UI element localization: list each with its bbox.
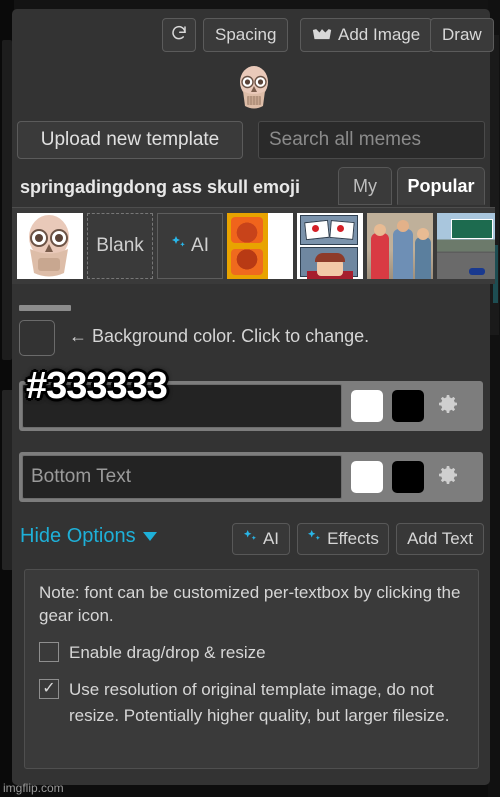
background-color-label: ← Background color. Click to change.	[69, 326, 370, 346]
thumbnail-skull-emoji[interactable]	[17, 213, 83, 279]
bottom-text-color-white[interactable]	[351, 461, 383, 493]
thumbnail-left-exit-12[interactable]	[437, 213, 495, 279]
draw-button[interactable]: Draw	[430, 18, 494, 52]
hide-options-toggle[interactable]: Hide Options	[20, 525, 157, 548]
skull-emoji-preview-image	[235, 63, 273, 111]
template-thumbnail-strip[interactable]: Blank AI	[12, 207, 495, 284]
option-enable-drag-drop[interactable]: Enable drag/drop & resize	[39, 640, 464, 666]
thumbnail-ai-label: AI	[191, 235, 209, 256]
textbox-row-bottom	[19, 452, 483, 502]
sparkles-icon	[307, 529, 322, 549]
refresh-icon	[170, 24, 188, 47]
imgflip-watermark: imgflip.com	[3, 781, 64, 795]
font-note-text: Note: font can be customized per-textbox…	[39, 583, 461, 625]
textbox-row-top	[19, 381, 483, 431]
editor-toolbar: Spacing Add Image Draw	[12, 9, 494, 57]
use-original-resolution-checkbox[interactable]: ✓	[39, 679, 59, 700]
draw-label: Draw	[442, 25, 482, 44]
thumbnail-ai[interactable]: AI	[157, 213, 223, 279]
thumbnail-distracted-boyfriend[interactable]	[367, 213, 433, 279]
background-color-swatch[interactable]	[19, 320, 55, 356]
add-image-button[interactable]: Add Image	[300, 18, 433, 52]
thumbnail-rorschach-template[interactable]	[297, 213, 363, 279]
checkbox-mark: ✓	[42, 680, 56, 698]
sparkles-icon	[171, 235, 187, 257]
gear-icon	[436, 392, 460, 421]
page-title: springadingdong ass skull emoji	[20, 177, 301, 197]
effects-label: Effects	[327, 529, 379, 548]
upload-new-template-button[interactable]: Upload new template	[17, 121, 243, 159]
template-preview[interactable]	[12, 57, 490, 117]
top-text-color-white[interactable]	[351, 390, 383, 422]
options-note-panel: Note: font can be customized per-textbox…	[24, 569, 479, 769]
tab-popular-label: Popular	[407, 175, 475, 196]
bottom-text-input[interactable]	[22, 455, 342, 499]
hide-options-label: Hide Options	[20, 525, 136, 547]
use-original-resolution-label: Use resolution of original template imag…	[69, 680, 450, 725]
app-root: Spacing Add Image Draw Upload new templa…	[0, 0, 500, 797]
image-icon	[312, 28, 332, 42]
search-input[interactable]	[258, 121, 485, 159]
top-text-color-black[interactable]	[392, 390, 424, 422]
tab-popular[interactable]: Popular	[397, 167, 485, 205]
upload-label: Upload new template	[40, 129, 220, 150]
enable-drag-drop-label: Enable drag/drop & resize	[69, 642, 266, 662]
template-title-row: springadingdong ass skull emoji My Popul…	[12, 167, 490, 209]
meme-editor-panel: Spacing Add Image Draw Upload new templa…	[12, 9, 495, 785]
background-color-row: ← Background color. Click to change.	[12, 315, 490, 359]
enable-drag-drop-checkbox[interactable]	[39, 641, 59, 662]
tab-my-label: My	[353, 175, 377, 196]
ai-label: AI	[262, 529, 280, 548]
top-text-gear-button[interactable]	[435, 393, 461, 419]
spacing-button[interactable]: Spacing	[203, 18, 289, 52]
thumbnail-blank[interactable]: Blank	[87, 213, 153, 279]
bottom-text-gear-button[interactable]	[435, 464, 461, 490]
top-text-input[interactable]	[22, 384, 342, 428]
effects-button[interactable]: Effects	[297, 523, 389, 555]
gear-icon	[436, 463, 460, 492]
add-text-button[interactable]: Add Text	[396, 523, 484, 555]
thumbnail-orange-template[interactable]	[227, 213, 293, 279]
upload-search-row: Upload new template	[12, 119, 490, 161]
ai-button[interactable]: AI	[232, 523, 290, 555]
add-image-label: Add Image	[338, 25, 421, 44]
chevron-down-icon	[142, 532, 157, 541]
sparkles-icon	[243, 529, 258, 549]
bottom-text-color-black[interactable]	[392, 461, 424, 493]
thumbnail-blank-label: Blank	[96, 235, 144, 256]
option-use-original-resolution[interactable]: ✓ Use resolution of original template im…	[39, 677, 464, 728]
options-bar: Hide Options AI Effects Add Text	[12, 517, 490, 561]
spacing-label: Spacing	[215, 25, 277, 44]
add-text-label: Add Text	[407, 529, 473, 548]
refresh-button[interactable]	[162, 18, 196, 52]
left-edge-scrollbar[interactable]	[2, 40, 12, 360]
section-divider-handle	[19, 305, 71, 311]
tab-my[interactable]: My	[338, 167, 392, 205]
